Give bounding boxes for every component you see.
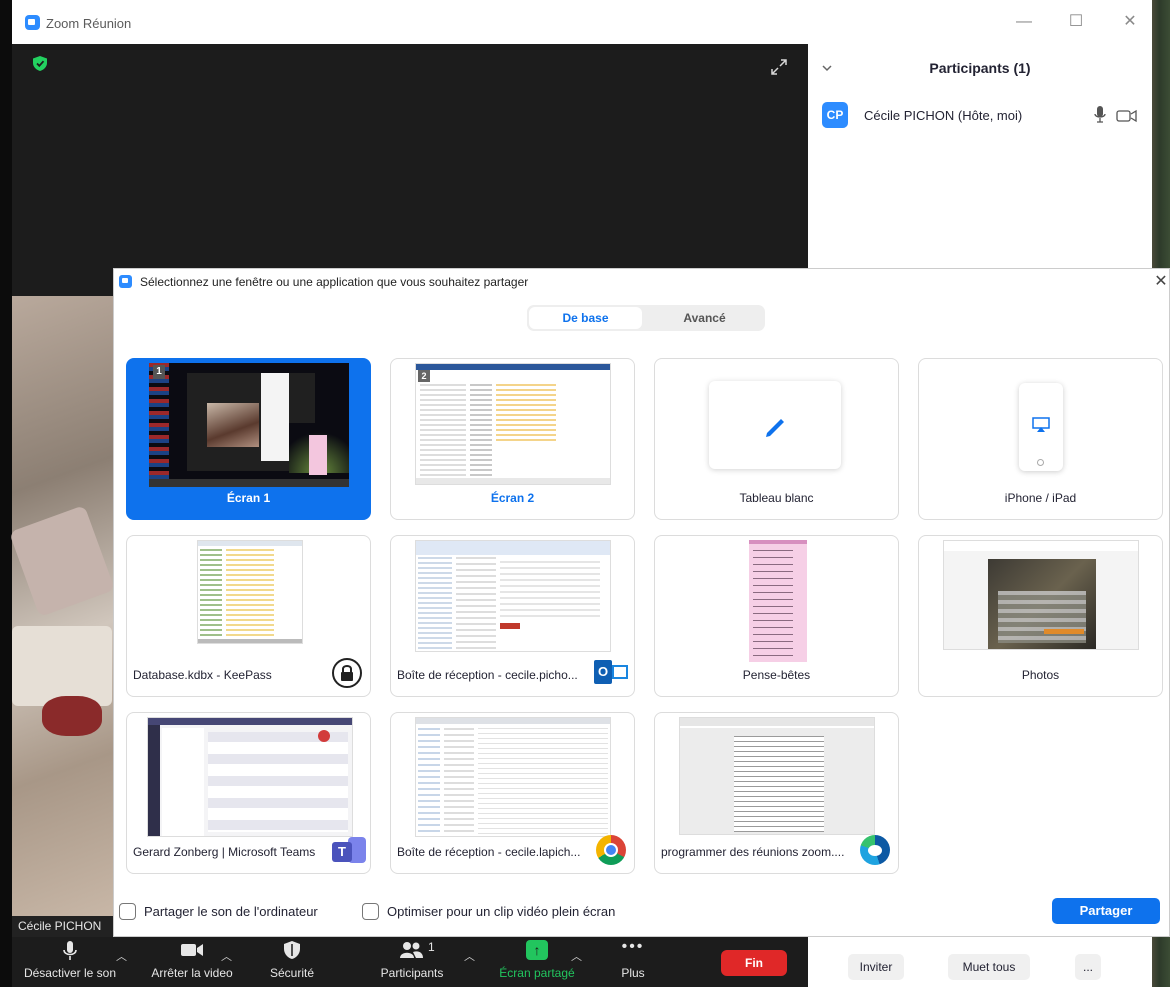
- tile-label: Database.kdbx - KeePass: [133, 668, 272, 682]
- outlook-thumbnail: [415, 540, 611, 652]
- camera-icon[interactable]: [1116, 109, 1138, 123]
- more-label: Plus: [621, 966, 645, 980]
- chrome-icon: [596, 835, 626, 865]
- share-sound-label: Partager le son de l'ordinateur: [144, 904, 318, 919]
- share-tile-outlook[interactable]: Boîte de réception - cecile.picho... O: [390, 535, 635, 697]
- screen-1-thumbnail: 1: [149, 363, 349, 487]
- participants-label: Participants: [380, 966, 444, 980]
- security-label: Sécurité: [269, 966, 315, 980]
- tile-label: Boîte de réception - cecile.lapich...: [397, 845, 581, 859]
- participant-name: Cécile PICHON (Hôte, moi): [864, 108, 1023, 123]
- share-tile-sticky-notes[interactable]: Pense-bêtes: [654, 535, 899, 697]
- keepass-icon: [332, 658, 362, 688]
- video-name-tag: Cécile PICHON: [12, 916, 115, 937]
- share-tile-screen-2[interactable]: 2 Écran 2: [390, 358, 635, 520]
- edge-icon: [860, 835, 890, 865]
- sticky-notes-thumbnail: [749, 540, 807, 662]
- more-button[interactable]: ••• Plus: [610, 938, 656, 981]
- dialog-close-button[interactable]: ✕: [1152, 273, 1170, 291]
- chevron-down-icon[interactable]: [820, 61, 834, 75]
- teams-thumbnail: [147, 717, 353, 837]
- screen-2-thumbnail: 2: [415, 363, 611, 485]
- participant-video: [9, 296, 115, 916]
- share-tile-teams[interactable]: Gerard Zonberg | Microsoft Teams T: [126, 712, 371, 874]
- participants-title: Participants (1): [929, 60, 1031, 76]
- minimize-button[interactable]: —: [1014, 12, 1034, 32]
- end-meeting-button[interactable]: Fin: [721, 950, 787, 976]
- share-tile-screen-1[interactable]: 1 Écran 1: [126, 358, 371, 520]
- tile-label: Écran 2: [490, 491, 535, 505]
- title-bar: Zoom Réunion — ☐ ✕: [12, 0, 1152, 44]
- chevron-up-icon[interactable]: ︿: [464, 948, 475, 964]
- tab-basic[interactable]: De base: [529, 307, 642, 329]
- pencil-icon: [766, 419, 784, 437]
- tile-label: iPhone / iPad: [1004, 491, 1077, 505]
- optimize-video-checkbox[interactable]: [362, 903, 379, 920]
- zoom-logo-icon: [119, 275, 132, 288]
- zoom-logo-icon: [25, 15, 40, 30]
- photos-thumbnail: [943, 540, 1139, 650]
- dialog-title: Sélectionnez une fenêtre ou une applicat…: [140, 275, 529, 289]
- tile-label: Pense-bêtes: [742, 668, 811, 682]
- share-tile-chrome[interactable]: Boîte de réception - cecile.lapich...: [390, 712, 635, 874]
- video-camera-icon: [181, 944, 203, 956]
- chevron-up-icon[interactable]: ︿: [221, 948, 232, 964]
- airplay-icon: [1032, 417, 1050, 432]
- desktop-edge-left: [0, 0, 12, 987]
- keepass-thumbnail: [197, 540, 303, 644]
- share-button[interactable]: Partager: [1052, 898, 1160, 924]
- security-button[interactable]: Sécurité: [260, 940, 324, 980]
- participants-icon: [400, 942, 423, 958]
- encryption-shield-icon[interactable]: [33, 56, 47, 71]
- screen-number: 1: [153, 365, 165, 379]
- screen-number: 2: [418, 370, 430, 382]
- stop-video-label: Arrêter la video: [151, 966, 233, 980]
- mute-all-button[interactable]: Muet tous: [948, 954, 1030, 980]
- tile-label: Gerard Zonberg | Microsoft Teams: [133, 845, 316, 859]
- share-screen-button[interactable]: ↑ Écran partagé: [492, 940, 582, 980]
- participants-button[interactable]: 1 Participants: [372, 940, 452, 980]
- chevron-up-icon[interactable]: ︿: [571, 948, 582, 964]
- more-dots-icon: •••: [621, 938, 645, 955]
- share-tile-iphone-ipad[interactable]: iPhone / iPad: [918, 358, 1163, 520]
- expand-icon[interactable]: [770, 58, 788, 76]
- tile-label: programmer des réunions zoom....: [661, 845, 845, 859]
- maximize-button[interactable]: ☐: [1066, 12, 1086, 32]
- share-screen-label: Écran partagé: [499, 966, 575, 980]
- edge-thumbnail: [679, 717, 875, 835]
- more-options-button[interactable]: ...: [1075, 954, 1101, 980]
- share-tile-keepass[interactable]: Database.kdbx - KeePass: [126, 535, 371, 697]
- mute-button[interactable]: Désactiver le son: [18, 940, 122, 980]
- window-title: Zoom Réunion: [46, 16, 132, 31]
- share-arrow-icon: ↑: [526, 940, 548, 960]
- chevron-up-icon[interactable]: ︿: [116, 948, 127, 964]
- shield-icon: [284, 941, 300, 959]
- iphone-thumbnail: [1019, 383, 1063, 471]
- avatar: CP: [822, 102, 848, 128]
- share-tile-photos[interactable]: Photos: [918, 535, 1163, 697]
- mute-label: Désactiver le son: [23, 966, 117, 980]
- microphone-icon[interactable]: [1094, 106, 1106, 124]
- share-tile-whiteboard[interactable]: Tableau blanc: [654, 358, 899, 520]
- tab-advanced[interactable]: Avancé: [646, 307, 763, 329]
- tile-label: Écran 1: [226, 491, 271, 505]
- share-sound-checkbox[interactable]: [119, 903, 136, 920]
- teams-icon: T: [332, 837, 366, 865]
- share-tile-edge[interactable]: programmer des réunions zoom....: [654, 712, 899, 874]
- outlook-icon: O: [594, 660, 628, 684]
- chrome-thumbnail: [415, 717, 611, 837]
- whiteboard-thumbnail: [709, 381, 841, 469]
- tile-label: Photos: [1021, 668, 1060, 682]
- invite-button[interactable]: Inviter: [848, 954, 904, 980]
- close-button[interactable]: ✕: [1120, 12, 1140, 32]
- microphone-icon: [63, 941, 77, 960]
- optimize-video-label: Optimiser pour un clip vidéo plein écran: [387, 904, 616, 919]
- participants-count: 1: [428, 940, 435, 954]
- tile-label: Tableau blanc: [739, 491, 814, 505]
- tile-label: Boîte de réception - cecile.picho...: [397, 668, 578, 682]
